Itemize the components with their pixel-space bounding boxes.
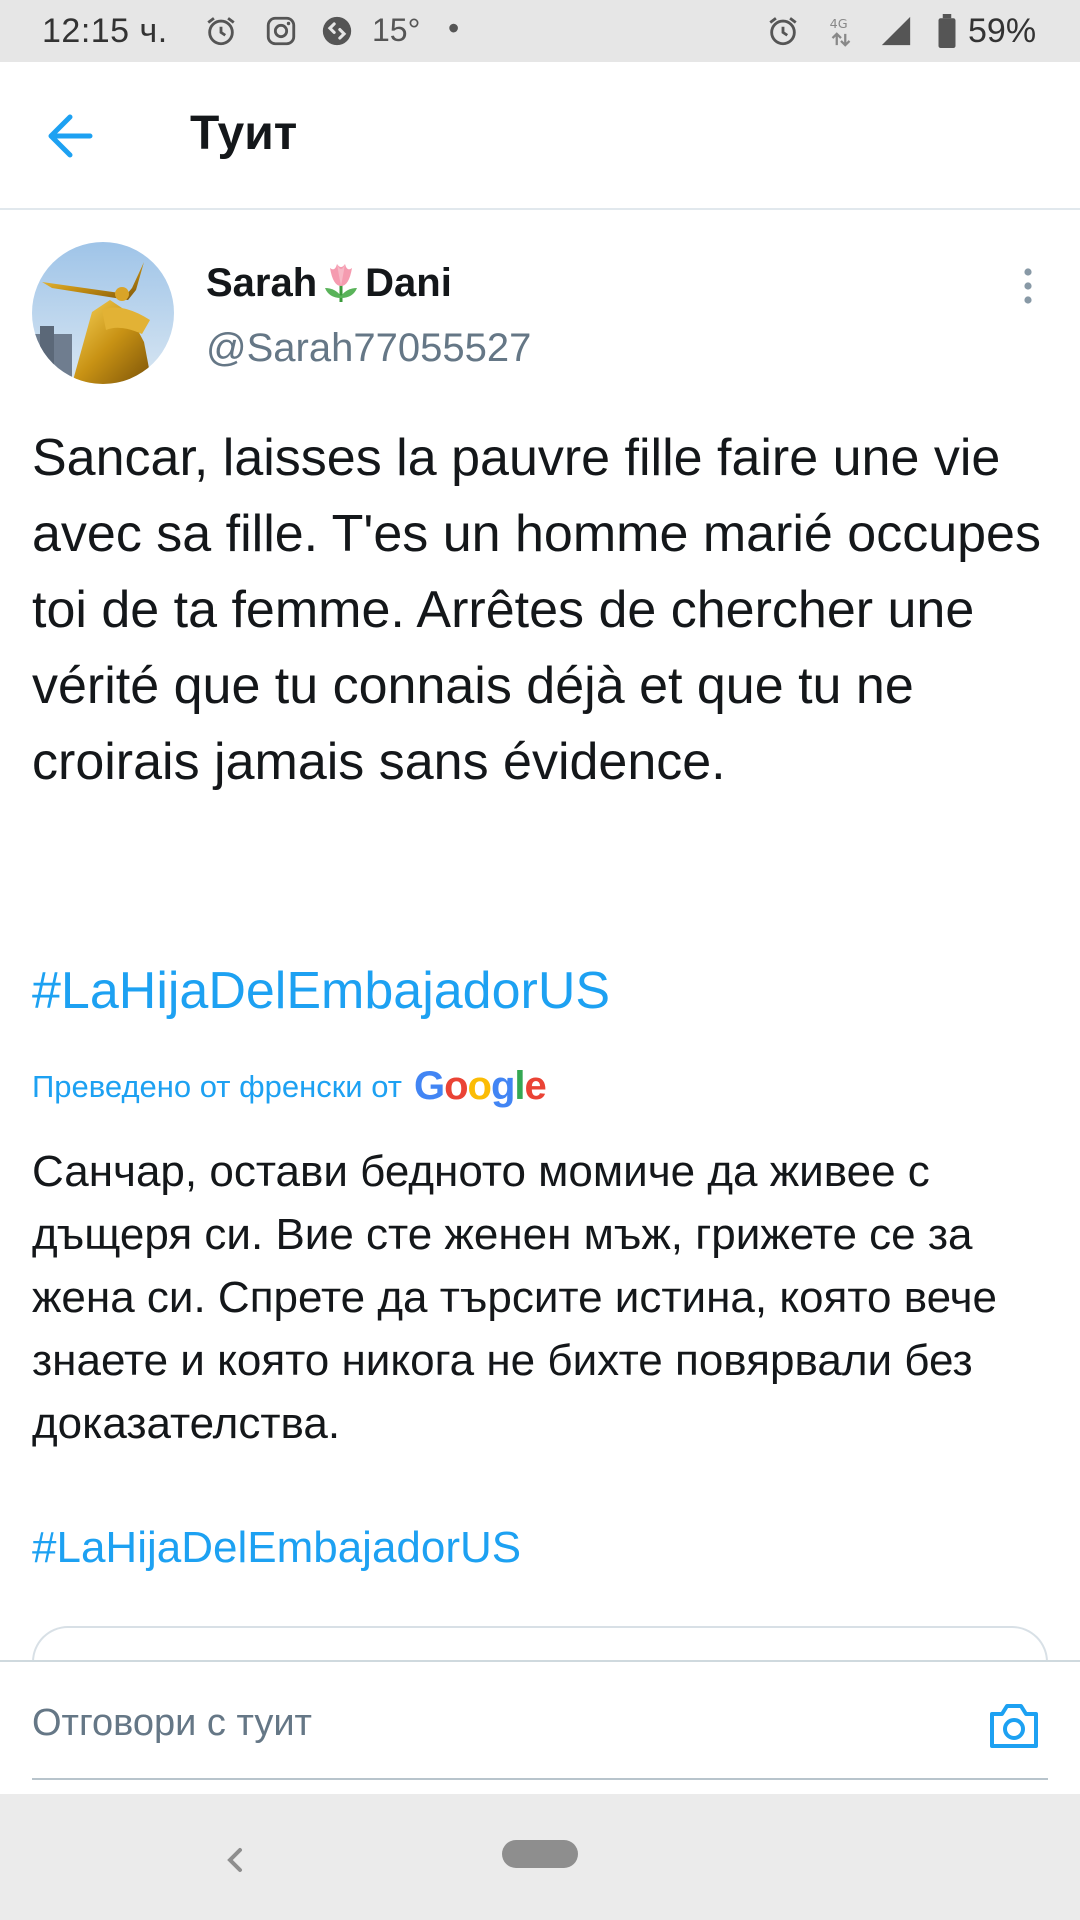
hashtag-link[interactable]: #LaHijaDelEmbajadorUS — [32, 956, 610, 1026]
tweet-text: Sancar, laisses la pauvre fille faire un… — [32, 429, 1041, 791]
page-title: Туит — [190, 107, 298, 160]
avatar-image — [32, 242, 174, 384]
author-display-name[interactable]: Sarah Dani — [206, 258, 452, 308]
translation-attribution[interactable]: Преведено от френски от Google — [32, 1064, 547, 1109]
avatar[interactable] — [32, 242, 174, 384]
translated-tweet-text: Санчар, остави бедното момиче да живее с… — [32, 1147, 997, 1448]
status-time: 12:15 ч. — [42, 12, 168, 50]
reply-input-underline — [32, 1778, 1048, 1780]
author-name-first: Sarah — [206, 260, 318, 305]
nav-home-pill[interactable] — [502, 1840, 578, 1868]
status-temperature: 15° — [372, 12, 421, 48]
system-nav-bar — [0, 1794, 1080, 1920]
reply-bar: Отговори с туит — [0, 1660, 1080, 1794]
alarm-icon — [207, 17, 235, 46]
reply-input[interactable]: Отговори с туит — [32, 1702, 932, 1745]
author-handle[interactable]: @Sarah77055527 — [206, 326, 531, 371]
status-battery: 59% — [968, 12, 1037, 50]
google-logo: Google — [413, 1064, 547, 1108]
network-4g-icon: 4G — [830, 17, 851, 47]
shazam-icon — [322, 16, 352, 46]
app-bar: Туит — [0, 62, 1080, 210]
status-dot: • — [448, 10, 460, 46]
battery-icon — [938, 14, 956, 48]
alarm-icon — [769, 17, 797, 46]
author-name-second: Dani — [365, 260, 452, 305]
nav-back-icon[interactable] — [214, 1838, 254, 1882]
translated-hashtag-link[interactable]: #LaHijaDelEmbajadorUS — [32, 1518, 521, 1578]
more-options-icon[interactable] — [1010, 262, 1046, 310]
status-bar: 12:15 ч. 15° • 4G 59% — [0, 0, 1080, 62]
tulip-emoji-icon — [325, 264, 358, 302]
instagram-icon — [266, 16, 296, 46]
translated-label: Преведено от френски от — [32, 1068, 402, 1104]
arrow-left-icon[interactable] — [40, 108, 106, 164]
svg-text:4G: 4G — [830, 17, 848, 32]
camera-icon[interactable] — [986, 1698, 1042, 1752]
signal-icon — [881, 16, 911, 46]
